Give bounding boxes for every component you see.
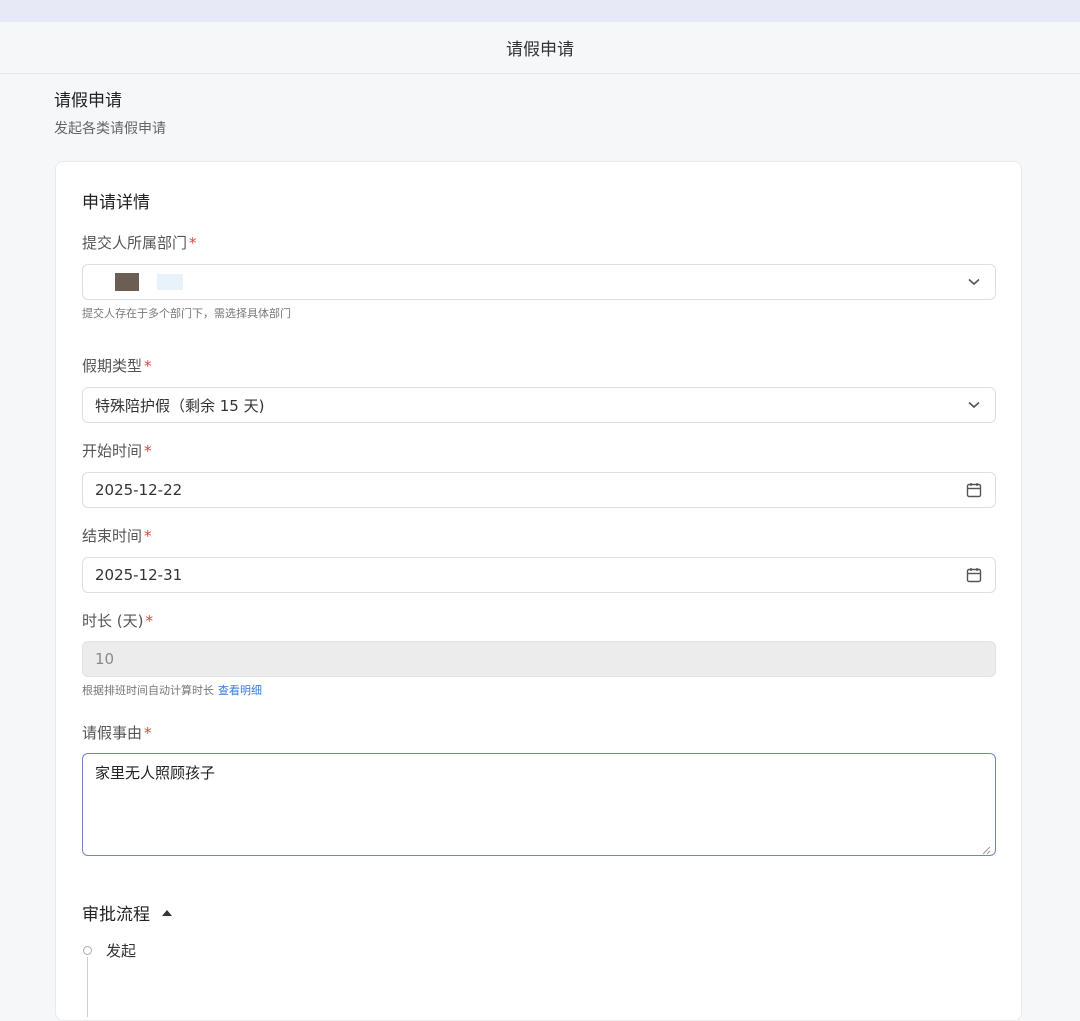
redacted-block: [115, 273, 139, 292]
reason-value: 家里无人照顾孩子: [95, 764, 216, 782]
duration-hint: 根据排班时间自动计算时长 查看明细: [82, 684, 262, 697]
form-card: 申请详情 提交人所属部门 * 提交人存在于多个部门下，需选择具体部门 假期类型 * …: [55, 161, 1022, 1021]
nav-bar: 请假申请: [0, 22, 1080, 74]
leave-type-select[interactable]: 特殊陪护假（剩余 15 天): [82, 387, 996, 423]
start-time-value: 2025-12-22: [95, 481, 183, 499]
section-title: 申请详情: [82, 193, 150, 213]
duration-input: 10: [82, 641, 996, 677]
leave-type-label: 假期类型 *: [82, 357, 152, 375]
resize-handle-icon[interactable]: [981, 841, 991, 855]
top-strip: [0, 0, 1080, 22]
caret-up-icon: [162, 909, 172, 916]
redacted-block: [157, 274, 183, 291]
start-time-input[interactable]: 2025-12-22: [82, 472, 996, 508]
chevron-down-icon[interactable]: [965, 273, 983, 291]
chevron-down-icon[interactable]: [965, 396, 983, 414]
page-header: 请假申请 发起各类请假申请: [54, 90, 166, 138]
department-hint: 提交人存在于多个部门下，需选择具体部门: [82, 307, 291, 320]
end-time-input[interactable]: 2025-12-31: [82, 557, 996, 593]
reason-textarea[interactable]: 家里无人照顾孩子: [82, 753, 996, 856]
required-mark: *: [189, 234, 197, 252]
calendar-icon[interactable]: [965, 566, 983, 584]
nav-title: 请假申请: [506, 40, 574, 60]
required-mark: *: [144, 357, 152, 375]
duration-label: 时长 (天) *: [82, 612, 153, 630]
reason-label: 请假事由 *: [82, 724, 152, 742]
department-label: 提交人所属部门 *: [82, 234, 197, 252]
approval-flow-toggle[interactable]: 审批流程: [82, 900, 172, 925]
leave-type-value: 特殊陪护假（剩余 15 天): [95, 396, 265, 415]
page-title: 请假申请: [54, 91, 122, 111]
required-mark: *: [144, 527, 152, 545]
required-mark: *: [145, 612, 153, 630]
approval-flow-title: 审批流程: [82, 905, 150, 925]
duration-value: 10: [95, 650, 115, 668]
calendar-icon[interactable]: [965, 481, 983, 499]
end-time-value: 2025-12-31: [95, 566, 183, 584]
approval-step-label: 发起: [106, 942, 137, 960]
end-time-label: 结束时间 *: [82, 527, 152, 545]
required-mark: *: [144, 442, 152, 460]
department-value-redacted: [95, 273, 965, 292]
timeline-dot: [83, 946, 92, 955]
timeline-line: [87, 957, 88, 1017]
department-select[interactable]: [82, 264, 996, 300]
required-mark: *: [144, 724, 152, 742]
page-subtitle: 发起各类请假申请: [54, 121, 166, 137]
start-time-label: 开始时间 *: [82, 442, 152, 460]
view-details-link[interactable]: 查看明细: [218, 684, 262, 697]
